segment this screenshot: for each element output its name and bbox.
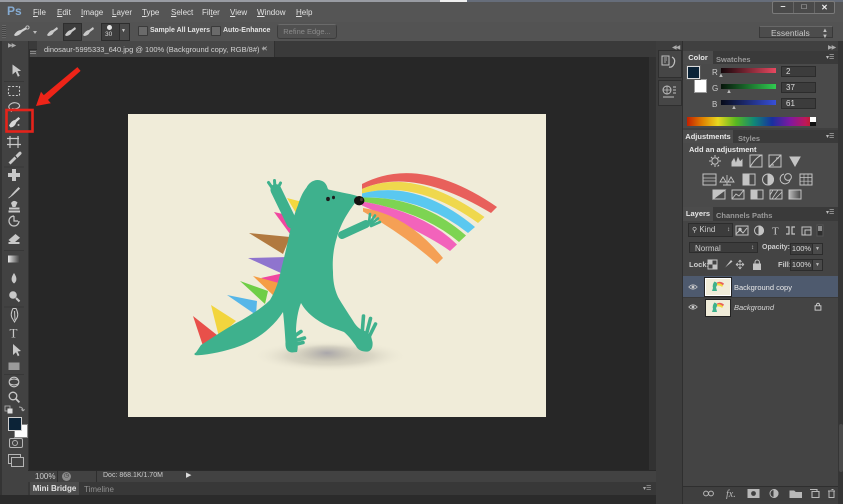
svg-text:T: T: [10, 326, 18, 341]
svg-text:fx.: fx.: [726, 489, 736, 499]
svg-text:T: T: [772, 226, 779, 238]
